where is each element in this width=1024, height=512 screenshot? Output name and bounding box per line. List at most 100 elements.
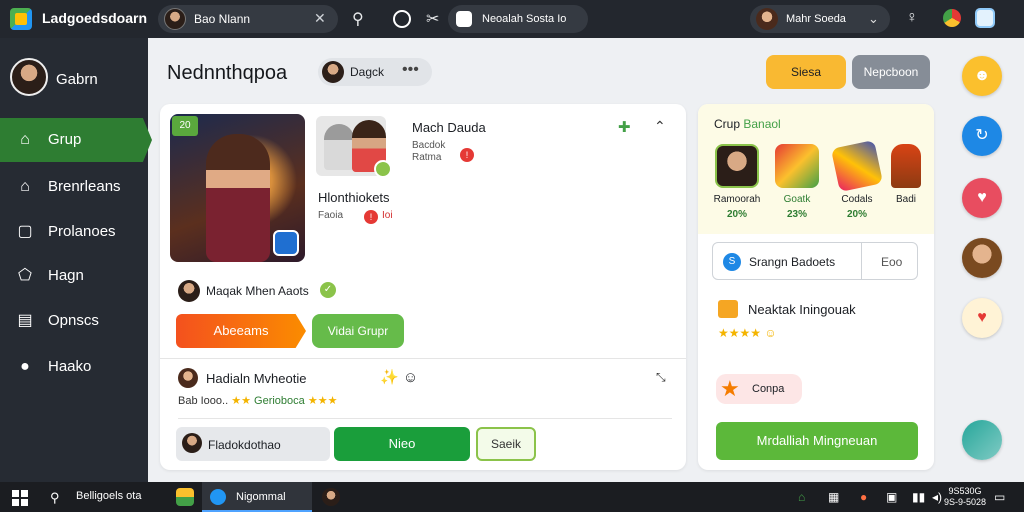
network-icon[interactable]: ⌂ <box>798 490 805 504</box>
select-alt[interactable]: Eoo <box>881 255 902 269</box>
signal-icon[interactable]: ▮▮ <box>912 490 925 504</box>
comment-input-label: Fladokdothao <box>208 438 281 452</box>
emoji-icon: ☺ <box>764 326 777 340</box>
avatar <box>756 8 778 30</box>
app-icon <box>210 489 226 505</box>
game-cover-image[interactable]: 20 <box>170 114 305 262</box>
sidebar-item-prolanoes[interactable]: ▢ Prolanoes <box>0 210 148 254</box>
app-title: Ladgoedsdoarn <box>42 10 148 26</box>
view-group-button[interactable]: Vidai Grupr <box>312 314 404 348</box>
sidebar-item-opnscs[interactable]: ▤ Opnscs <box>0 299 148 343</box>
collapse-icon[interactable]: ⌃ <box>654 118 666 135</box>
heart-icon[interactable]: ♥ <box>962 178 1002 218</box>
secondary-outline-button[interactable]: Saeik <box>476 427 536 461</box>
member-name: Ramoorah <box>713 194 761 205</box>
notification-icon[interactable]: ● <box>860 490 867 504</box>
settings-icon[interactable] <box>975 8 995 28</box>
member-avatar <box>715 144 759 188</box>
user-name: Mahr Soeda <box>786 13 846 25</box>
divider <box>160 358 686 359</box>
sidebar-item-brenrleans[interactable]: ⌂ Brenrleans <box>0 165 148 209</box>
tag-chip[interactable]: ★ Conpa <box>716 374 802 404</box>
primary-button[interactable]: Siesa <box>766 55 846 89</box>
house-icon: ⌂ <box>20 178 30 195</box>
puzzle-icon[interactable]: ✚ <box>618 118 631 136</box>
active-app-label: Nigommal <box>236 491 286 503</box>
search-input[interactable]: Bao Nlann ✕ <box>158 5 338 33</box>
verified-icon: ✓ <box>320 282 336 298</box>
sidebar-item-label: Prolanoes <box>48 223 116 240</box>
entry-title: Mach Dauda <box>412 120 486 135</box>
divider <box>178 418 672 419</box>
title-bar: Ladgoedsdoarn Bao Nlann ✕ ⚲ ✂ Neoalah So… <box>0 0 1024 38</box>
join-button[interactable]: Abeeams <box>176 314 306 348</box>
sidebar-item-grup[interactable]: ⌂ Grup <box>0 118 152 162</box>
page-title: Nednnthqpoa <box>167 62 288 84</box>
sidebar-item-label: Hagn <box>48 267 84 284</box>
alert-badge: ! <box>364 210 378 224</box>
start-icon[interactable] <box>12 490 28 506</box>
secondary-button[interactable]: Nepcboon <box>852 55 930 89</box>
display-icon[interactable]: ▦ <box>828 490 839 504</box>
search-value: Bao Nlann <box>194 12 251 26</box>
tag-chip-label: Conpa <box>752 383 785 395</box>
folder-icon[interactable] <box>176 488 194 506</box>
member-name: Badi <box>895 194 916 205</box>
group-member[interactable]: Goatk 23% <box>772 144 822 220</box>
volume-icon[interactable]: ◂) <box>932 490 942 504</box>
search-icon[interactable]: ⚲ <box>50 490 60 506</box>
compass-icon[interactable] <box>393 10 411 28</box>
document-icon <box>456 11 472 27</box>
player-thumbnail[interactable] <box>316 116 392 178</box>
group-select[interactable]: S Srangn Badoets Eoo <box>712 242 918 280</box>
print-icon[interactable]: ▣ <box>886 490 897 504</box>
tab-active[interactable]: Neoalah Sosta Io <box>448 5 588 33</box>
tab-label: Neoalah Sosta Io <box>482 13 567 25</box>
chat-icon[interactable]: ▭ <box>994 490 1005 504</box>
group-member[interactable]: Codals 20% <box>830 139 884 220</box>
sidebar-item-haako[interactable]: ● Haako <box>0 345 148 389</box>
join-group-button[interactable]: Mrdalliah Mingneuan <box>716 422 918 460</box>
group-member[interactable]: Ramoorah 20% <box>712 144 762 220</box>
taskbar-search-text[interactable]: Belligoels ota <box>76 490 141 502</box>
lock-icon[interactable] <box>273 230 299 256</box>
favorite-icon[interactable]: ♥ <box>962 298 1002 338</box>
group-member[interactable]: Badi <box>886 144 926 218</box>
profile-icon[interactable]: ☻ <box>962 56 1002 96</box>
taskbar: ⚲ Belligoels ota Nigommal ⌂ ▦ ● ▣ ▮▮ ◂) … <box>0 482 1024 512</box>
more-icon[interactable]: ••• <box>402 61 419 79</box>
sidebar: Gabrn ⌂ Grup ⌂ Brenrleans ▢ Prolanoes ⬠ … <box>0 38 152 482</box>
star-icon: ★ <box>720 376 740 401</box>
user-chip[interactable]: Dagck ••• <box>318 58 432 86</box>
clock-date: 9S-9-5028 <box>944 497 987 507</box>
search-icon[interactable]: ⚲ <box>352 9 364 29</box>
share-icon[interactable]: ↻ <box>962 116 1002 156</box>
member-name: Goatk <box>783 194 811 205</box>
comment-input[interactable]: Fladokdothao <box>176 427 330 461</box>
treasure-icon <box>718 300 738 318</box>
avatar[interactable] <box>322 488 340 506</box>
online-indicator <box>374 160 392 178</box>
sidebar-item-label: Haako <box>48 358 92 375</box>
host-name: Maqak Mhen Aaots <box>206 284 309 298</box>
chevron-down-icon[interactable]: ⌄ <box>868 11 879 27</box>
sidebar-item-hagn[interactable]: ⬠ Hagn <box>0 254 148 298</box>
avatar <box>178 368 198 388</box>
notification-icon[interactable]: ♀ <box>906 9 918 27</box>
avatar <box>164 8 186 30</box>
group-select-icon: S <box>723 253 741 271</box>
tools-icon[interactable]: ✂ <box>426 9 439 29</box>
avatar[interactable] <box>962 238 1002 278</box>
expand-icon[interactable]: ⤡ <box>656 370 666 385</box>
close-icon[interactable]: ✕ <box>314 10 326 27</box>
user-menu[interactable]: Mahr Soeda ⌄ <box>750 5 890 33</box>
clock[interactable]: 9S530G 9S-9-5028 <box>944 486 986 508</box>
browser-icon[interactable] <box>943 9 961 27</box>
sidebar-item-label: Brenrleans <box>48 178 121 195</box>
submit-button[interactable]: Nieo <box>334 427 470 461</box>
rating-stars: ★★ <box>231 395 251 407</box>
taskbar-active-app[interactable]: Nigommal <box>202 482 312 512</box>
cube-icon <box>830 139 884 193</box>
chat-bubble-icon[interactable] <box>962 420 1002 460</box>
app-logo-icon <box>10 8 32 30</box>
